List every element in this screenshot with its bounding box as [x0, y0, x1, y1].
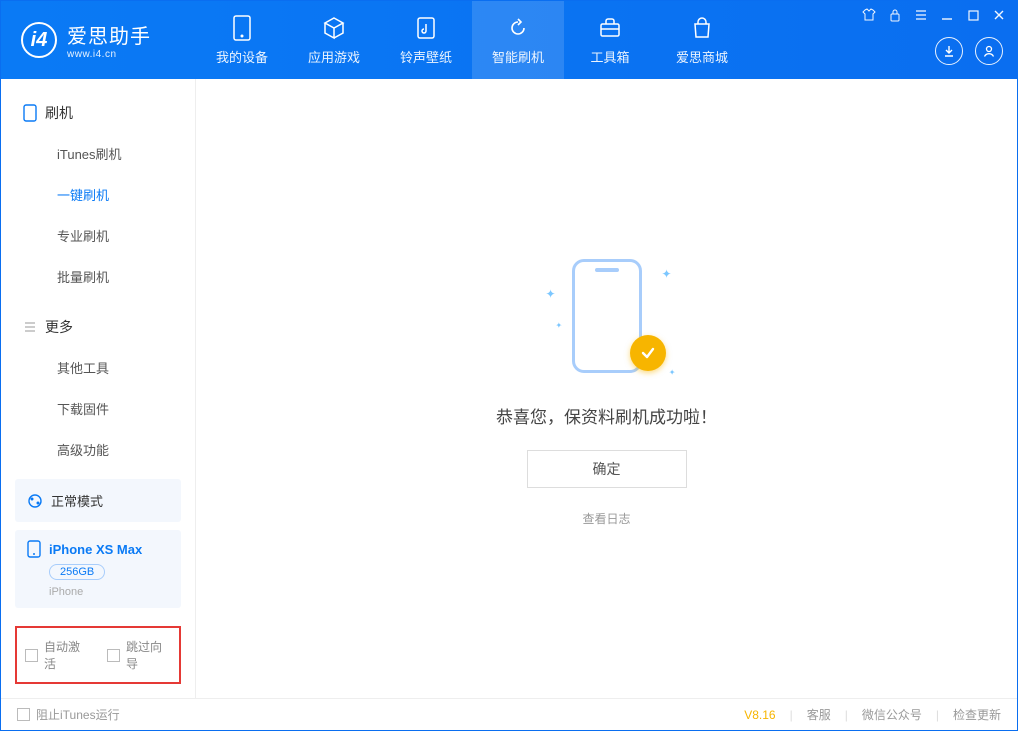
header-right: [935, 37, 1003, 65]
checkbox-icon: [25, 649, 38, 662]
group-label: 更多: [45, 317, 73, 337]
app-title: 爱思助手: [67, 20, 151, 49]
main-content: ✦ ✦ ✦ ✦ 恭喜您，保资料刷机成功啦！ 确定 查看日志: [196, 79, 1017, 698]
app-window: i4 爱思助手 www.i4.cn 我的设备 应用游戏 铃声壁纸 智能刷机: [0, 0, 1018, 731]
success-illustration: ✦ ✦ ✦ ✦: [542, 251, 672, 381]
sparkle-icon: ✦: [669, 368, 676, 377]
wechat-link[interactable]: 微信公众号: [862, 706, 922, 723]
sidebar-group-flash: 刷机: [1, 93, 195, 133]
sidebar-item-batch[interactable]: 批量刷机: [1, 256, 195, 297]
logo: i4 爱思助手 www.i4.cn: [1, 20, 196, 60]
sidebar-item-firmware[interactable]: 下载固件: [1, 388, 195, 429]
sparkle-icon: ✦: [661, 267, 671, 281]
tab-device[interactable]: 我的设备: [196, 1, 288, 79]
device-type: iPhone: [49, 586, 169, 598]
tab-toolbox[interactable]: 工具箱: [564, 1, 656, 79]
tab-label: 我的设备: [216, 47, 268, 66]
tab-apps[interactable]: 应用游戏: [288, 1, 380, 79]
sidebar-group-more: 更多: [1, 307, 195, 347]
minimize-icon[interactable]: [939, 7, 955, 23]
tab-label: 铃声壁纸: [400, 47, 452, 66]
music-file-icon: [413, 15, 439, 41]
tab-label: 爱思商城: [676, 47, 728, 66]
window-controls: [861, 7, 1007, 23]
tab-label: 工具箱: [590, 47, 629, 66]
logo-icon: i4: [21, 22, 57, 58]
tab-store[interactable]: 爱思商城: [656, 1, 748, 79]
list-icon: [23, 320, 37, 334]
check-badge-icon: [630, 335, 666, 371]
block-itunes-checkbox[interactable]: 阻止iTunes运行: [17, 706, 120, 723]
lock-icon[interactable]: [887, 7, 903, 23]
auto-activate-checkbox[interactable]: 自动激活: [25, 638, 89, 672]
toolbox-icon: [597, 15, 623, 41]
sidebar-item-other[interactable]: 其他工具: [1, 347, 195, 388]
group-label: 刷机: [45, 103, 73, 123]
bag-icon: [689, 15, 715, 41]
user-button[interactable]: [975, 37, 1003, 65]
device-icon: [229, 15, 255, 41]
sidebar-item-pro[interactable]: 专业刷机: [1, 215, 195, 256]
mode-label: 正常模式: [51, 491, 103, 510]
phone-icon: [23, 104, 37, 122]
checkbox-icon: [107, 649, 120, 662]
support-link[interactable]: 客服: [807, 706, 831, 723]
sparkle-icon: ✦: [556, 321, 563, 330]
device-name: iPhone XS Max: [49, 542, 142, 557]
mode-icon: [27, 493, 43, 509]
tab-wallpaper[interactable]: 铃声壁纸: [380, 1, 472, 79]
skip-guide-checkbox[interactable]: 跳过向导: [107, 638, 171, 672]
checkbox-icon: [17, 708, 30, 721]
tshirt-icon[interactable]: [861, 7, 877, 23]
close-icon[interactable]: [991, 7, 1007, 23]
sidebar-item-onekey[interactable]: 一键刷机: [1, 174, 195, 215]
sidebar: 刷机 iTunes刷机 一键刷机 专业刷机 批量刷机 更多 其他工具 下载固件 …: [1, 79, 196, 698]
sidebar-item-itunes[interactable]: iTunes刷机: [1, 133, 195, 174]
tab-flash[interactable]: 智能刷机: [472, 1, 564, 79]
view-log-link[interactable]: 查看日志: [582, 510, 630, 527]
mode-card[interactable]: 正常模式: [15, 479, 181, 522]
sidebar-item-advanced[interactable]: 高级功能: [1, 429, 195, 470]
sync-icon: [505, 15, 531, 41]
device-card[interactable]: iPhone XS Max 256GB iPhone: [15, 530, 181, 608]
update-link[interactable]: 检查更新: [953, 706, 1001, 723]
highlighted-options: 自动激活 跳过向导: [15, 626, 181, 684]
header-tabs: 我的设备 应用游戏 铃声壁纸 智能刷机 工具箱 爱思商城: [196, 1, 748, 79]
success-message: 恭喜您，保资料刷机成功啦！: [496, 403, 717, 428]
ok-button[interactable]: 确定: [527, 450, 687, 488]
status-bar: 阻止iTunes运行 V8.16 | 客服 | 微信公众号 | 检查更新: [1, 698, 1017, 730]
sparkle-icon: ✦: [546, 287, 556, 301]
menu-icon[interactable]: [913, 7, 929, 23]
version-label: V8.16: [744, 708, 775, 722]
tab-label: 应用游戏: [308, 47, 360, 66]
header: i4 爱思助手 www.i4.cn 我的设备 应用游戏 铃声壁纸 智能刷机: [1, 1, 1017, 79]
tab-label: 智能刷机: [492, 47, 544, 66]
app-subtitle: www.i4.cn: [67, 49, 151, 60]
device-icon: [27, 540, 41, 558]
body: 刷机 iTunes刷机 一键刷机 专业刷机 批量刷机 更多 其他工具 下载固件 …: [1, 79, 1017, 698]
download-button[interactable]: [935, 37, 963, 65]
cube-icon: [321, 15, 347, 41]
device-capacity: 256GB: [49, 564, 105, 580]
maximize-icon[interactable]: [965, 7, 981, 23]
